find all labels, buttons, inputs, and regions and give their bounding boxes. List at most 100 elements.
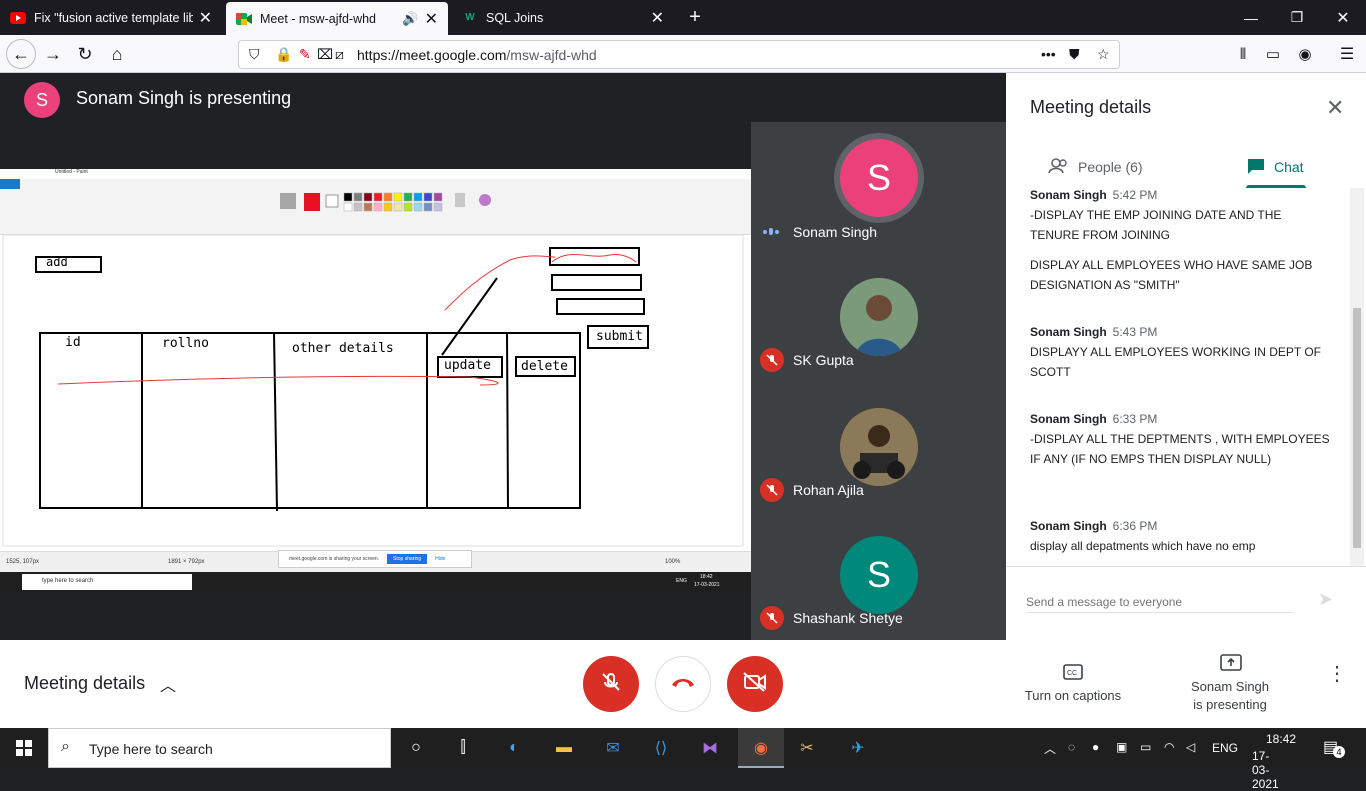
tab-sql-joins[interactable]: W SQL Joins ✕ <box>452 0 674 35</box>
chat-message: Sonam Singh 6:33 PM -DISPLAY ALL THE DEPT… <box>1030 409 1330 469</box>
message-time: 6:33 PM <box>1112 412 1158 426</box>
sidebar-icon[interactable]: ▭ <box>1258 39 1288 69</box>
sketch-update-label: update <box>444 358 491 373</box>
navigation-bar: ← → ↻ ⌂ ⛉ 🔒 ✎ ⌧ ⧄ https://meet.google.co… <box>0 35 1366 73</box>
present-icon[interactable] <box>1220 654 1242 677</box>
scroll-thumb[interactable] <box>1353 308 1361 548</box>
forward-button[interactable]: → <box>38 39 68 69</box>
back-button[interactable]: ← <box>6 39 36 69</box>
windows-taskbar: ⌕ Type here to search ○ ⫿ ◐ ▬ ✉ ⟨⟩ ⧓ ◉ ✂… <box>0 728 1366 791</box>
wireframe-sketch <box>2 234 744 547</box>
mail-icon[interactable]: ✉ <box>601 736 625 760</box>
chevron-up-icon[interactable]: ︿ <box>1044 740 1056 757</box>
battery-icon[interactable]: ▭ <box>1140 740 1151 754</box>
timeline-icon[interactable]: ⫿ <box>451 736 475 760</box>
participant-tile[interactable]: S Sonam Singh <box>751 122 1006 252</box>
shared-search: type here to search <box>22 574 192 590</box>
tab-title: Fix "fusion active template libra <box>34 10 193 25</box>
chat-scrollbar[interactable] <box>1350 188 1364 566</box>
shield-icon[interactable]: ⛉ <box>249 46 260 63</box>
participant-tile[interactable]: Rohan Ajila <box>751 382 1006 512</box>
firefox-taskbar-button[interactable]: ◉ <box>738 728 784 768</box>
message-sender: Sonam Singh <box>1030 325 1107 339</box>
telegram-icon[interactable]: ✈ <box>846 736 870 760</box>
language-indicator[interactable]: ENG <box>1212 741 1238 755</box>
chat-message: Sonam Singh 5:42 PM -DISPLAY THE EMP JOIN… <box>1030 188 1330 295</box>
address-bar[interactable]: ⛉ 🔒 ✎ ⌧ ⧄ https://meet.google.com/msw-aj… <box>238 40 1120 69</box>
canvas-size: 1891 × 792px <box>168 559 205 565</box>
participant-avatar <box>840 278 918 356</box>
browser-tab-bar: Fix "fusion active template libra ✕ Meet… <box>0 0 1366 35</box>
close-tab-icon[interactable]: ✕ <box>651 8 664 28</box>
sketch-add-label: add <box>46 255 68 269</box>
tab-chat[interactable]: Chat <box>1246 147 1304 187</box>
chevron-up-icon[interactable]: ︿ <box>160 672 176 696</box>
captions-icon[interactable]: CC <box>1063 664 1083 685</box>
send-icon[interactable]: ➤ <box>1318 589 1333 610</box>
cursor-position: 1525, 107px <box>6 559 40 565</box>
camera-toggle-button[interactable] <box>727 656 783 712</box>
close-tab-icon[interactable]: ✕ <box>425 9 438 29</box>
restore-button[interactable]: ❐ <box>1274 0 1320 35</box>
new-tab-button[interactable]: + <box>672 0 718 35</box>
minimize-button[interactable]: — <box>1228 0 1274 35</box>
menu-icon[interactable]: ☰ <box>1332 39 1362 69</box>
close-tab-icon[interactable]: ✕ <box>199 8 212 28</box>
tab-people[interactable]: People (6) <box>1048 147 1143 187</box>
participant-avatar: S <box>840 536 918 614</box>
bookmark-star-icon[interactable]: ☆ <box>1097 46 1110 63</box>
close-window-button[interactable]: ✕ <box>1320 0 1366 35</box>
camera-off-icon <box>742 671 768 698</box>
url-text: https://meet.google.com/msw-ajfd-whd <box>357 47 597 63</box>
network-icon[interactable]: ◌ <box>1068 740 1075 754</box>
camera-tray-icon[interactable]: ▣ <box>1116 740 1127 754</box>
participant-name: Sonam Singh <box>793 224 878 240</box>
participant-name: Rohan Ajila <box>793 482 864 498</box>
tab-youtube[interactable]: Fix "fusion active template libra ✕ <box>0 0 222 35</box>
account-icon[interactable]: ◉ <box>1290 39 1320 69</box>
page-actions-icon[interactable]: ••• <box>1041 46 1056 62</box>
screen-share-icon[interactable]: ⧄ <box>335 46 344 63</box>
chat-icon <box>1246 157 1266 178</box>
mic-tray-icon[interactable]: ● <box>1092 740 1099 754</box>
captions-button[interactable]: Turn on captions <box>1014 687 1132 705</box>
volume-icon[interactable]: ◁ <box>1186 740 1195 754</box>
message-time: 5:42 PM <box>1112 188 1158 202</box>
participant-tile[interactable]: S Shashank Shetye <box>751 510 1006 640</box>
leave-call-button[interactable] <box>655 656 711 712</box>
windows-start-icon[interactable] <box>12 736 36 760</box>
send-message-area: ➤ <box>1006 566 1366 640</box>
presentation-status[interactable]: Sonam Singh is presenting <box>1170 678 1290 714</box>
clock-time[interactable]: 18:42 <box>1266 732 1296 746</box>
camera-permission-icon[interactable]: ✎ <box>299 46 311 63</box>
more-options-icon[interactable]: ⋮ <box>1327 664 1347 684</box>
tab-meet[interactable]: Meet - msw-ajfd-whd 🔊 ✕ <box>226 2 448 35</box>
mic-toggle-button[interactable] <box>583 656 639 712</box>
close-panel-icon[interactable]: ✕ <box>1326 95 1344 121</box>
snipping-tool-icon[interactable]: ✂ <box>795 736 819 760</box>
taskbar-search[interactable]: ⌕ Type here to search <box>48 728 391 768</box>
lock-icon[interactable]: 🔒 <box>275 46 292 63</box>
task-view-icon[interactable]: ○ <box>404 736 428 760</box>
visual-studio-icon[interactable]: ⧓ <box>698 736 722 760</box>
participant-name: Shashank Shetye <box>793 610 903 626</box>
wifi-icon[interactable]: ◠ <box>1164 740 1174 754</box>
clock-date[interactable]: 17-03-2021 <box>1252 749 1279 791</box>
mic-permission-icon[interactable]: ⌧ <box>317 46 333 63</box>
reload-button[interactable]: ↻ <box>70 39 100 69</box>
shared-screen: Untitled - Paint add id rollno other det… <box>0 169 751 592</box>
speaker-icon[interactable]: 🔊 <box>402 11 418 27</box>
edge-icon[interactable]: ◐ <box>502 736 526 760</box>
pocket-icon[interactable]: ⛊ <box>1069 46 1080 63</box>
participant-tile[interactable]: SK Gupta <box>751 252 1006 382</box>
meeting-details-button[interactable]: Meeting details <box>24 673 145 694</box>
library-icon[interactable]: ⫴ <box>1228 39 1258 69</box>
vscode-icon[interactable]: ⟨⟩ <box>649 736 673 760</box>
chat-tab-label: Chat <box>1274 159 1304 175</box>
speaking-indicator-icon <box>763 228 779 235</box>
chat-message-input[interactable] <box>1026 591 1294 613</box>
home-button[interactable]: ⌂ <box>102 39 132 69</box>
file-explorer-icon[interactable]: ▬ <box>552 736 576 760</box>
search-icon: ⌕ <box>61 738 70 755</box>
people-tab-label: People (6) <box>1078 159 1143 175</box>
